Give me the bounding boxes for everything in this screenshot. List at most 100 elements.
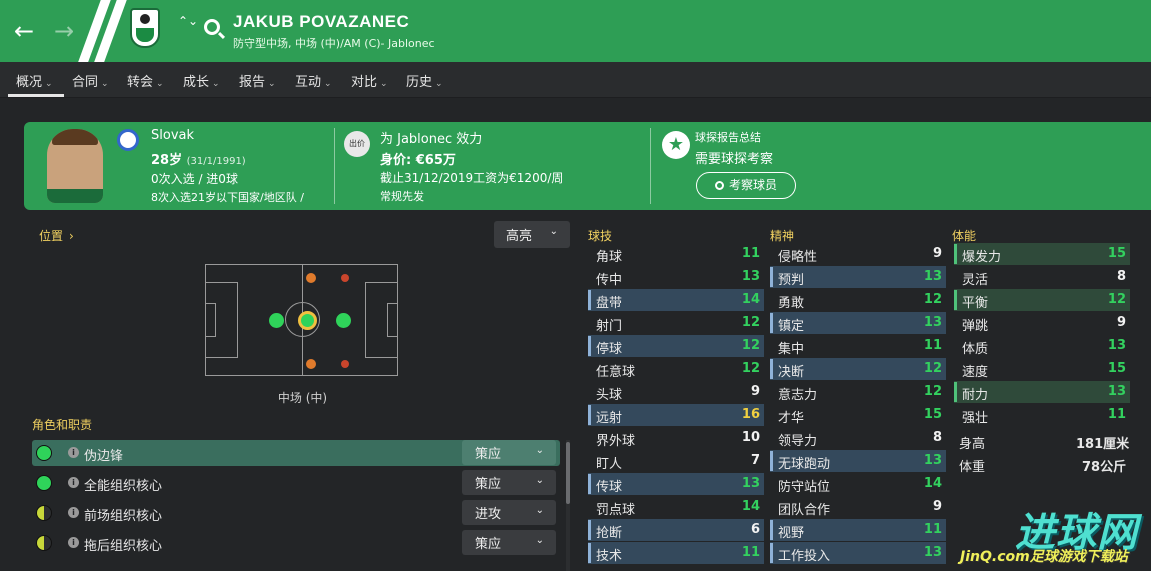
key-attribute-marker: [588, 336, 591, 356]
info-icon[interactable]: i: [68, 447, 79, 458]
attribute-row[interactable]: 意志力 12: [770, 381, 946, 403]
attribute-row[interactable]: 体质 13: [954, 335, 1130, 357]
attribute-row[interactable]: 才华 15: [770, 404, 946, 426]
attribute-row[interactable]: 爆发力 15: [954, 243, 1130, 265]
attribute-name: 镇定: [778, 319, 805, 334]
player-avatar[interactable]: [47, 129, 103, 203]
attribute-name: 射门: [596, 319, 623, 334]
contract-info: 截止31/12/2019工资为€1200/周: [380, 171, 564, 185]
weight-value: 78公斤: [1082, 460, 1127, 475]
highlight-dropdown[interactable]: 高亮 ⌄: [494, 221, 570, 248]
attribute-row[interactable]: 技术 11: [588, 542, 764, 564]
attribute-row[interactable]: 决断 12: [770, 358, 946, 380]
role-row[interactable]: i 前场组织核心 进攻 ⌄: [32, 500, 560, 526]
tab-transfer[interactable]: 转会 ⌄: [127, 71, 164, 90]
nationality[interactable]: Slovak: [151, 128, 194, 143]
attribute-value: 8: [932, 430, 942, 445]
attribute-name: 技术: [596, 549, 623, 564]
role-row[interactable]: i 全能组织核心 策应 ⌄: [32, 470, 560, 496]
attribute-row[interactable]: 盯人 7: [588, 450, 764, 472]
attribute-row[interactable]: 防守站位 14: [770, 473, 946, 495]
attribute-row[interactable]: 勇敢 12: [770, 289, 946, 311]
attribute-row[interactable]: 抢断 6: [588, 519, 764, 541]
attribute-row[interactable]: 侵略性 9: [770, 243, 946, 265]
attribute-row[interactable]: 角球 11: [588, 243, 764, 265]
attribute-value: 10: [741, 430, 760, 445]
attribute-row[interactable]: 射门 12: [588, 312, 764, 334]
star-icon: ★: [662, 131, 690, 159]
scout-report-title: 球探报告总结: [695, 131, 761, 144]
attribute-row[interactable]: 视野 11: [770, 519, 946, 541]
attribute-name: 防守站位: [778, 480, 831, 495]
info-icon[interactable]: i: [68, 537, 79, 548]
position-dot: [336, 313, 351, 328]
attribute-row[interactable]: 传球 13: [588, 473, 764, 495]
key-attribute-marker: [770, 543, 773, 563]
tab-development[interactable]: 成长 ⌄: [183, 71, 220, 90]
info-icon[interactable]: i: [68, 507, 79, 518]
attribute-row[interactable]: 盘带 14: [588, 289, 764, 311]
role-row[interactable]: i 伪边锋 策应 ⌄: [32, 440, 560, 466]
attribute-row[interactable]: 无球跑动 13: [770, 450, 946, 472]
tab-reports[interactable]: 报告 ⌄: [239, 71, 276, 90]
attribute-row[interactable]: 弹跳 9: [954, 312, 1130, 334]
attribute-row[interactable]: 远射 16: [588, 404, 764, 426]
search-icon[interactable]: [204, 19, 220, 35]
attribute-name: 工作投入: [778, 549, 831, 564]
duty-dropdown[interactable]: 进攻 ⌄: [462, 500, 556, 525]
attribute-name: 远射: [596, 411, 623, 426]
tab-history[interactable]: 历史 ⌄: [406, 71, 443, 90]
role-row[interactable]: i 拖后组织核心 策应 ⌄: [32, 530, 560, 556]
player-switch-icon[interactable]: ⌃⌄: [178, 14, 198, 29]
attribute-row[interactable]: 灵活 8: [954, 266, 1130, 288]
attribute-row[interactable]: 镇定 13: [770, 312, 946, 334]
attribute-row[interactable]: 工作投入 13: [770, 542, 946, 564]
attribute-name: 盘带: [596, 296, 623, 311]
attribute-row[interactable]: 耐力 13: [954, 381, 1130, 403]
tab-overview[interactable]: 概况 ⌄: [16, 71, 53, 90]
attribute-row[interactable]: 界外球 10: [588, 427, 764, 449]
attribute-row[interactable]: 预判 13: [770, 266, 946, 288]
attribute-value: 6: [750, 522, 760, 537]
back-arrow-icon[interactable]: ←: [10, 17, 38, 45]
key-attribute-marker: [770, 451, 773, 471]
attribute-value: 12: [1107, 292, 1126, 307]
club-line[interactable]: 为 Jablonec 效力: [380, 128, 482, 147]
club-bid-icon[interactable]: 出价: [344, 131, 370, 157]
duty-dropdown[interactable]: 策应 ⌄: [462, 470, 556, 495]
tab-compare[interactable]: 对比 ⌄: [351, 71, 388, 90]
info-icon[interactable]: i: [68, 477, 79, 488]
key-attribute-marker: [588, 474, 591, 494]
attribute-value: 13: [741, 269, 760, 284]
attribute-row[interactable]: 停球 12: [588, 335, 764, 357]
attribute-row[interactable]: 集中 11: [770, 335, 946, 357]
attribute-value: 13: [923, 545, 942, 560]
position-link[interactable]: 位置 ›: [39, 227, 74, 244]
attribute-value: 15: [1107, 361, 1126, 376]
attribute-row[interactable]: 团队合作 9: [770, 496, 946, 518]
attribute-name: 爆发力: [962, 250, 1002, 265]
forward-arrow-icon[interactable]: →: [50, 17, 78, 45]
attribute-row[interactable]: 头球 9: [588, 381, 764, 403]
nation-flag-icon[interactable]: [117, 129, 139, 151]
roles-scrollbar-thumb[interactable]: [566, 442, 570, 504]
attribute-row[interactable]: 强壮 11: [954, 404, 1130, 426]
age: 28岁 (31/1/1991): [151, 153, 246, 168]
attribute-row[interactable]: 传中 13: [588, 266, 764, 288]
attribute-row[interactable]: 领导力 8: [770, 427, 946, 449]
club-crest-icon[interactable]: [130, 8, 160, 48]
attribute-name: 决断: [778, 365, 805, 380]
attribute-value: 12: [741, 361, 760, 376]
attribute-row[interactable]: 罚点球 14: [588, 496, 764, 518]
duty-dropdown[interactable]: 策应 ⌄: [462, 440, 556, 465]
tab-interaction[interactable]: 互动 ⌄: [295, 71, 332, 90]
attribute-value: 7: [750, 453, 760, 468]
scout-player-button[interactable]: 考察球员: [696, 172, 796, 199]
tab-contract[interactable]: 合同 ⌄: [72, 71, 109, 90]
duty-dropdown[interactable]: 策应 ⌄: [462, 530, 556, 555]
attribute-row[interactable]: 平衡 12: [954, 289, 1130, 311]
attribute-row[interactable]: 速度 15: [954, 358, 1130, 380]
height-value: 181厘米: [1076, 437, 1130, 452]
player-name: JAKUB POVAZANEC: [233, 12, 410, 31]
attribute-row[interactable]: 任意球 12: [588, 358, 764, 380]
